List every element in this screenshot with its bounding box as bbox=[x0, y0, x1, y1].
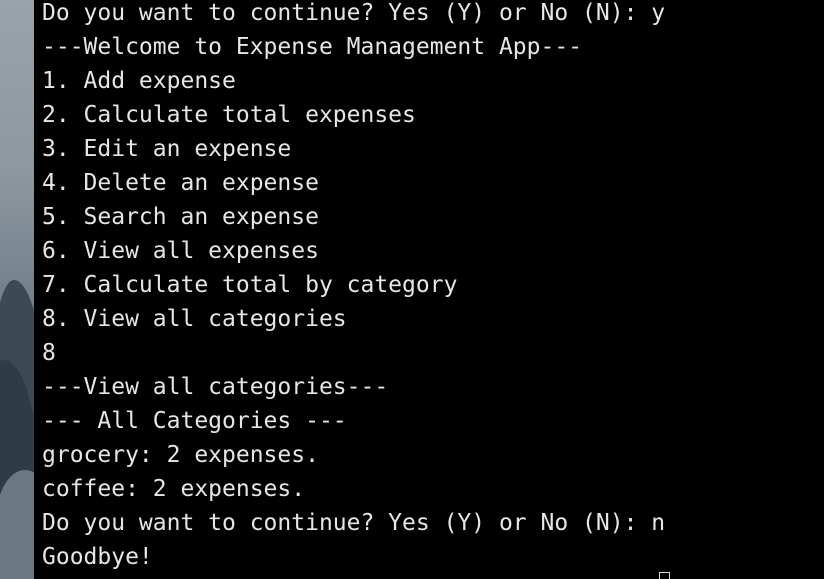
terminal-line-goodbye: Goodbye! bbox=[42, 544, 153, 570]
terminal-line-menu-view-categories: 8. View all categories bbox=[42, 306, 347, 332]
terminal-line-continue-prompt-final: Do you want to continue? Yes (Y) or No (… bbox=[42, 510, 666, 536]
terminal-line-menu-view-expenses: 6. View all expenses bbox=[42, 238, 319, 264]
terminal-line-user-choice: 8 bbox=[42, 340, 56, 366]
terminal-line-menu-calculate-total: 2. Calculate total expenses bbox=[42, 102, 416, 128]
terminal-line-view-categories-header: ---View all categories--- bbox=[42, 374, 389, 400]
wallpaper-mountain-shape bbox=[0, 470, 34, 579]
terminal-line-menu-delete-expense: 4. Delete an expense bbox=[42, 170, 319, 196]
terminal-output: Do you want to continue? Yes (Y) or No (… bbox=[42, 0, 665, 574]
terminal-line-welcome-banner: ---Welcome to Expense Management App--- bbox=[42, 34, 583, 60]
terminal-line-category-coffee: coffee: 2 expenses. bbox=[42, 476, 306, 502]
terminal-line-menu-add-expense: 1. Add expense bbox=[42, 68, 236, 94]
terminal-line-menu-total-by-category: 7. Calculate total by category bbox=[42, 272, 458, 298]
terminal-line-category-grocery: grocery: 2 expenses. bbox=[42, 442, 319, 468]
terminal-window[interactable]: Do you want to continue? Yes (Y) or No (… bbox=[34, 0, 824, 579]
terminal-line-menu-edit-expense: 3. Edit an expense bbox=[42, 136, 292, 162]
terminal-line-continue-prompt: Do you want to continue? Yes (Y) or No (… bbox=[42, 0, 666, 26]
terminal-line-menu-search-expense: 5. Search an expense bbox=[42, 204, 319, 230]
terminal-line-all-categories-header: --- All Categories --- bbox=[42, 408, 347, 434]
terminal-cursor-icon bbox=[659, 572, 670, 579]
desktop-wallpaper-edge bbox=[0, 0, 34, 579]
